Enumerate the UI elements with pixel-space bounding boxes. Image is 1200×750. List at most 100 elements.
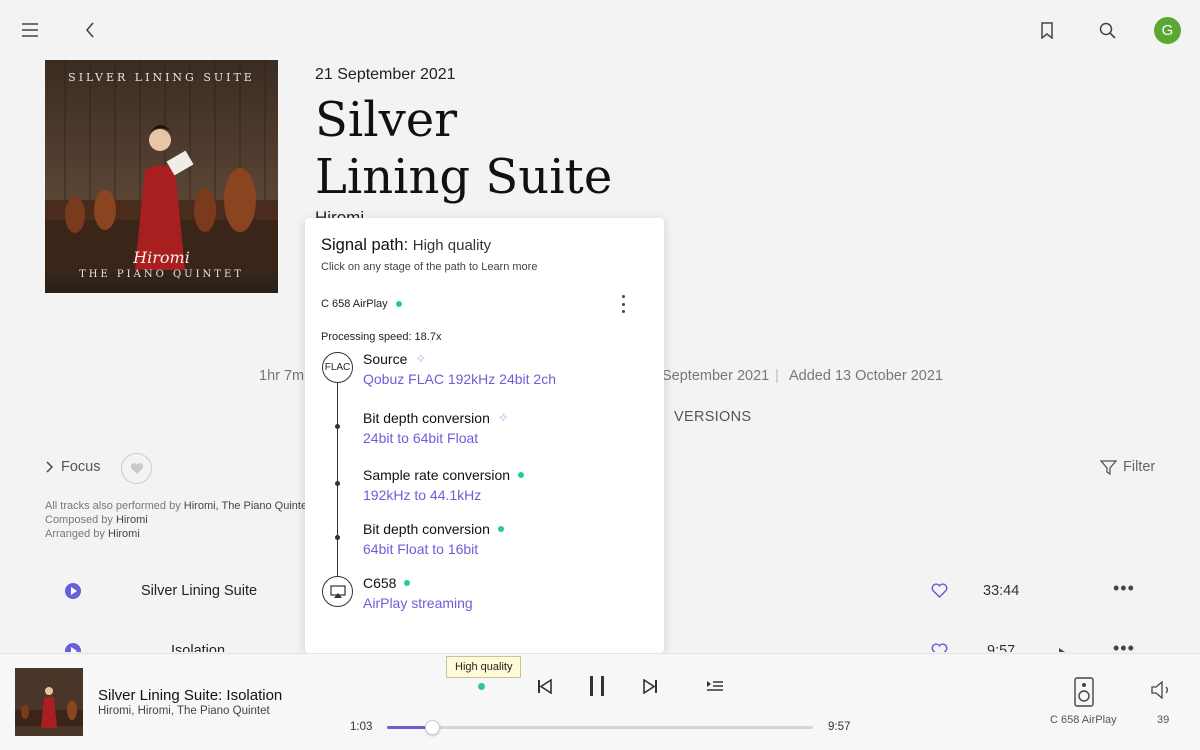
menu-icon[interactable] [20, 20, 40, 40]
stage-source[interactable]: Source ✧ Qobuz FLAC 192kHz 24bit 2ch [363, 350, 556, 387]
stage-bit-depth-2[interactable]: Bit depth conversion 64bit Float to 16bi… [363, 520, 504, 557]
cover-signature-text: Hiromi [133, 248, 190, 267]
stage-detail: 64bit Float to 16bit [363, 541, 479, 557]
source-format-icon-text: FLAC [324, 362, 351, 373]
filter-icon [1100, 459, 1117, 475]
release-date: 21 September 2021 [315, 66, 456, 83]
signal-path-quality: High quality [412, 237, 492, 254]
now-playing-artist[interactable]: Hiromi, Hiromi, The Piano Quintet [98, 705, 270, 717]
previous-icon[interactable] [535, 676, 553, 696]
queue-icon[interactable] [705, 677, 725, 695]
track-title[interactable]: Silver Lining Suite [141, 583, 257, 599]
play-icon [70, 587, 77, 595]
title-line-2: Lining Suite [315, 149, 613, 205]
path-node [335, 481, 340, 486]
focus-label: Focus [61, 459, 101, 475]
stage-output[interactable]: C658 AirPlay streaming [363, 574, 473, 611]
signal-path-title: Signal path: High quality [321, 236, 491, 255]
stage-name: Sample rate conversion [363, 467, 511, 483]
stage-sample-rate[interactable]: Sample rate conversion 192kHz to 44.1kHz [363, 466, 525, 503]
signal-path-popup: Signal path: High quality Click on any s… [305, 218, 664, 653]
tab-versions[interactable]: VERSIONS [674, 409, 751, 425]
avatar[interactable]: G [1154, 17, 1181, 44]
signal-quality-indicator[interactable] [478, 683, 485, 690]
credit-arranger[interactable]: Hiromi [108, 528, 140, 540]
chevron-right-icon [46, 461, 53, 473]
bookmark-icon[interactable] [1038, 20, 1056, 40]
meta-separator: | [775, 368, 779, 384]
album-added-date: Added 13 October 2021 [789, 368, 943, 384]
track-duration: 33:44 [983, 583, 1020, 599]
play-track-button[interactable] [65, 583, 81, 599]
filter-button[interactable]: Filter [1100, 459, 1155, 475]
device-name: C 658 AirPlay [321, 298, 388, 310]
more-vertical-icon[interactable] [618, 293, 628, 315]
signal-path-device: C 658 AirPlay [321, 298, 402, 310]
more-options-icon[interactable]: ••• [1113, 578, 1135, 599]
progress-slider[interactable] [387, 720, 813, 735]
pause-icon[interactable] [585, 673, 609, 699]
title-line-1: Silver [315, 92, 458, 148]
credit-performed-prefix: All tracks also performed by [45, 500, 181, 512]
signal-path-hint: Click on any stage of the path to Learn … [321, 261, 538, 273]
top-bar: G [0, 0, 1200, 60]
stage-detail: AirPlay streaming [363, 595, 473, 611]
filter-label: Filter [1123, 459, 1156, 475]
airplay-icon[interactable] [322, 576, 353, 607]
stage-name: Bit depth conversion [363, 410, 490, 426]
green-dot-icon [497, 526, 504, 532]
cover-title-text: SILVER LINING SUITE [68, 71, 255, 84]
credit-composer[interactable]: Hiromi [116, 514, 148, 526]
credit-performed-names[interactable]: Hiromi, The Piano Quinte [184, 500, 307, 512]
stage-detail: Qobuz FLAC 192kHz 24bit 2ch [363, 371, 556, 387]
flac-icon[interactable]: FLAC [322, 352, 353, 383]
credits: All tracks also performed by Hiromi, The… [45, 499, 307, 541]
heart-icon [130, 463, 143, 474]
stage-name: Bit depth conversion [363, 521, 490, 537]
search-icon[interactable] [1097, 20, 1117, 40]
more-options-icon[interactable]: ••• [1113, 638, 1135, 652]
path-node [335, 424, 340, 429]
progress-thumb[interactable] [424, 720, 440, 735]
green-dot-icon [518, 472, 525, 478]
sparkle-icon: ✧ [415, 351, 427, 366]
stage-name: C658 [363, 575, 397, 591]
heart-icon [931, 583, 948, 599]
now-playing-title[interactable]: Silver Lining Suite: Isolation [98, 687, 282, 704]
volume-level: 39 [1157, 714, 1170, 726]
credit-composed-prefix: Composed by [45, 514, 113, 526]
favorite-album-button[interactable] [121, 453, 152, 484]
heart-icon [931, 643, 948, 652]
track-title[interactable]: Isolation [171, 643, 225, 652]
stage-detail: 24bit to 64bit Float [363, 430, 479, 446]
now-playing-cover[interactable] [15, 668, 83, 736]
stage-name: Source [363, 351, 408, 367]
stage-bit-depth-1[interactable]: Bit depth conversion ✧ 24bit to 64bit Flo… [363, 409, 509, 446]
credit-arranged-prefix: Arranged by [45, 528, 105, 540]
quality-tooltip: High quality [446, 656, 522, 678]
signal-path-label: Signal path: [321, 236, 409, 254]
cover-subtitle-text: THE PIANO QUINTET [79, 269, 244, 280]
album-release-info: September 2021 [662, 368, 770, 384]
speaker-icon[interactable] [1072, 676, 1096, 708]
elapsed-time: 1:03 [350, 721, 373, 733]
track-duration: 9:57 [987, 643, 1016, 652]
volume-icon[interactable] [1150, 680, 1174, 700]
zone-label[interactable]: C 658 AirPlay [1050, 714, 1117, 726]
focus-button[interactable]: Focus [45, 459, 101, 475]
play-track-button[interactable] [65, 643, 81, 652]
back-arrow-icon[interactable] [82, 20, 98, 40]
quality-dot [395, 301, 402, 307]
playing-indicator-icon [119, 646, 129, 652]
album-cover[interactable]: SILVER LINING SUITE Hiromi THE PIANO QUI… [45, 60, 278, 293]
sparkle-icon: ✧ [497, 410, 509, 425]
next-icon[interactable] [641, 676, 659, 696]
stage-detail: 192kHz to 44.1kHz [363, 487, 482, 503]
path-line [337, 381, 338, 578]
favorite-track-button[interactable] [931, 643, 948, 652]
total-time: 9:57 [828, 721, 851, 733]
play-icon [70, 647, 77, 652]
processing-speed: Processing speed: 18.7x [321, 331, 442, 343]
page-title: Silver Lining Suite [315, 92, 715, 206]
favorite-track-button[interactable] [931, 583, 948, 603]
